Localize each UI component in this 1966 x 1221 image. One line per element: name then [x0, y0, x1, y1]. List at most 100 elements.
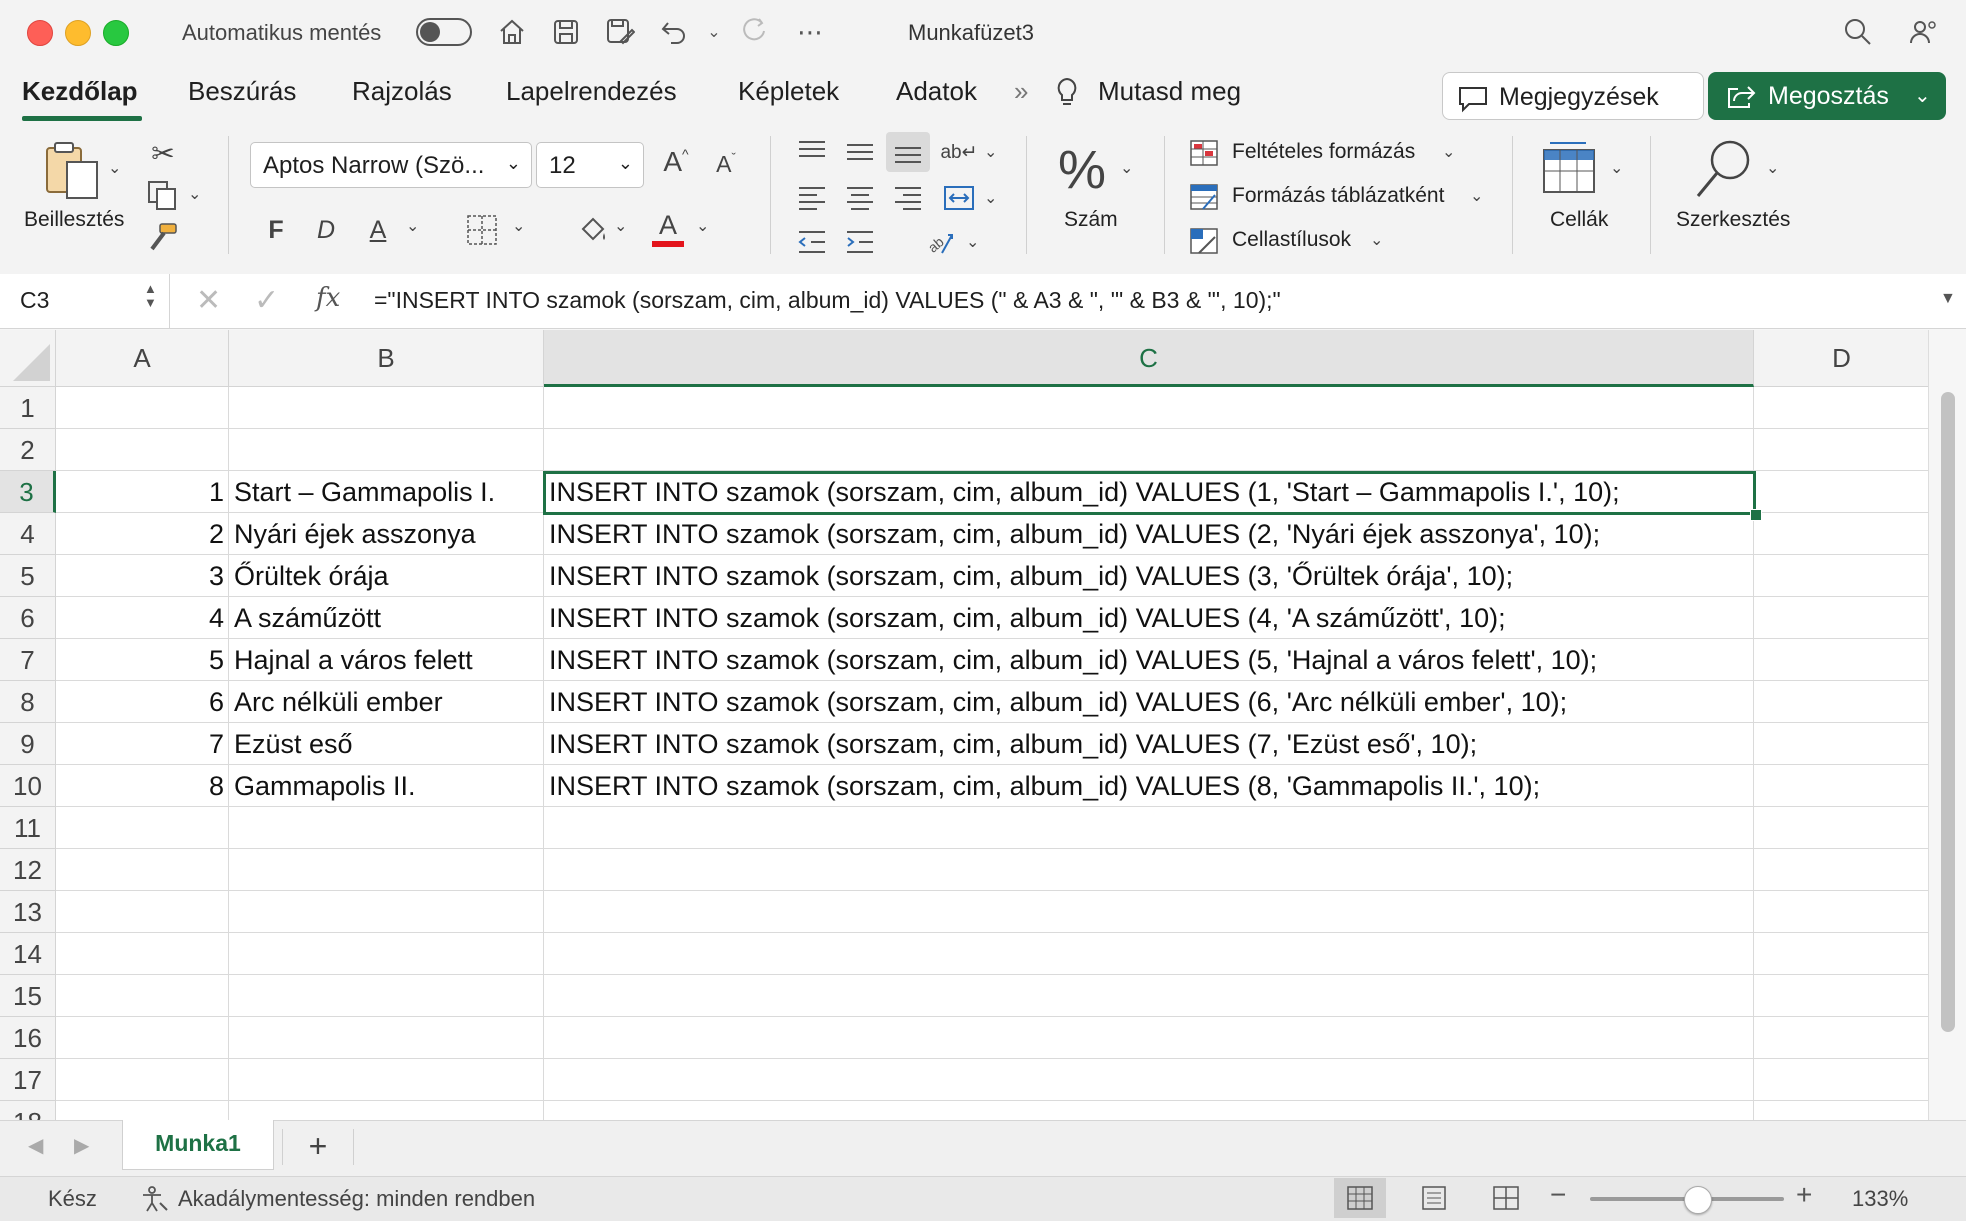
cell-b[interactable] [229, 1101, 544, 1120]
row-header[interactable]: 5 [0, 555, 56, 597]
next-sheet-icon[interactable]: ▶ [74, 1133, 89, 1158]
percent-icon[interactable]: % [1052, 140, 1112, 200]
cell-c[interactable]: INSERT INTO szamok (sorszam, cim, album_… [544, 639, 1754, 681]
cell-b[interactable] [229, 891, 544, 933]
cell-b[interactable] [229, 849, 544, 891]
cell-b[interactable]: Start – Gammapolis I. [229, 471, 544, 513]
accessibility-icon[interactable] [140, 1185, 170, 1219]
bold-button[interactable]: F [258, 210, 294, 250]
zoom-level[interactable]: 133% [1852, 1186, 1908, 1212]
borders-icon[interactable] [462, 210, 502, 250]
cell-a[interactable] [56, 849, 229, 891]
grow-font-button[interactable]: A ^ [656, 142, 696, 182]
cut-icon[interactable]: ✂ [146, 136, 180, 170]
editing-search-icon[interactable] [1690, 136, 1760, 202]
column-header-c[interactable]: C [544, 330, 1754, 387]
cell-d[interactable] [1754, 513, 1928, 555]
more-tabs-chevron-icon[interactable]: » [1014, 76, 1028, 107]
cell-a[interactable]: 6 [56, 681, 229, 723]
vertical-scrollbar[interactable] [1928, 330, 1966, 1120]
font-color-chevron-down-icon[interactable]: ⌄ [696, 216, 709, 236]
cell-a[interactable] [56, 1017, 229, 1059]
row-header[interactable]: 15 [0, 975, 56, 1017]
decrease-indent-icon[interactable] [794, 224, 830, 260]
cell-c[interactable]: INSERT INTO szamok (sorszam, cim, album_… [544, 555, 1754, 597]
editing-chevron-down-icon[interactable]: ⌄ [1766, 158, 1779, 178]
cell-b[interactable]: Gammapolis II. [229, 765, 544, 807]
italic-button[interactable]: D [308, 210, 344, 250]
tab-home[interactable]: Kezdőlap [22, 76, 138, 107]
select-all-corner[interactable] [0, 330, 56, 387]
accessibility-status[interactable]: Akadálymentesség: minden rendben [178, 1186, 535, 1212]
cell-styles-label[interactable]: Cellastílusok [1232, 228, 1351, 252]
redo-icon[interactable] [736, 14, 772, 50]
copy-chevron-down-icon[interactable]: ⌄ [188, 184, 201, 204]
normal-view-icon[interactable] [1334, 1178, 1386, 1218]
row-header[interactable]: 9 [0, 723, 56, 765]
zoom-window-button[interactable] [103, 20, 129, 46]
cell-d[interactable] [1754, 1101, 1928, 1120]
font-color-button[interactable]: A [648, 206, 688, 250]
number-chevron-down-icon[interactable]: ⌄ [1120, 158, 1133, 178]
wrap-text-icon[interactable]: ab↵ [940, 134, 978, 170]
cell-b[interactable] [229, 429, 544, 471]
cell-c[interactable] [544, 387, 1754, 429]
cell-d[interactable] [1754, 933, 1928, 975]
name-box[interactable]: C3 ▲ ▼ [0, 274, 170, 328]
align-right-icon[interactable] [890, 180, 926, 216]
cell-d[interactable] [1754, 975, 1928, 1017]
add-sheet-button[interactable]: + [282, 1129, 354, 1165]
fill-handle[interactable] [1750, 509, 1762, 521]
close-window-button[interactable] [27, 20, 53, 46]
cell-b[interactable] [229, 387, 544, 429]
cell-d[interactable] [1754, 1017, 1928, 1059]
account-icon[interactable] [1906, 14, 1942, 50]
insert-function-icon[interactable]: fx [316, 283, 340, 313]
cell-a[interactable] [56, 1101, 229, 1120]
fill-color-chevron-down-icon[interactable]: ⌄ [614, 216, 627, 236]
cells-chevron-down-icon[interactable]: ⌄ [1610, 158, 1623, 178]
tab-page-layout[interactable]: Lapelrendezés [506, 76, 677, 107]
cell-d[interactable] [1754, 639, 1928, 681]
cell-c[interactable] [544, 975, 1754, 1017]
row-header[interactable]: 13 [0, 891, 56, 933]
row-header[interactable]: 1 [0, 387, 56, 429]
conditional-formatting-label[interactable]: Feltételes formázás [1232, 140, 1415, 164]
format-as-table-chevron-down-icon[interactable]: ⌄ [1470, 186, 1483, 206]
align-top-icon[interactable] [794, 134, 830, 170]
format-as-table-label[interactable]: Formázás táblázatként [1232, 184, 1444, 208]
row-header[interactable]: 10 [0, 765, 56, 807]
row-header[interactable]: 16 [0, 1017, 56, 1059]
cell-b[interactable] [229, 1059, 544, 1101]
cell-c[interactable]: INSERT INTO szamok (sorszam, cim, album_… [544, 723, 1754, 765]
cell-b[interactable]: Nyári éjek asszonya [229, 513, 544, 555]
share-chevron-down-icon[interactable]: ⌄ [1914, 83, 1931, 108]
cell-a[interactable]: 1 [56, 471, 229, 513]
row-header[interactable]: 4 [0, 513, 56, 555]
undo-icon[interactable] [656, 14, 692, 50]
more-icon[interactable]: ⋯ [792, 14, 828, 50]
cell-d[interactable] [1754, 681, 1928, 723]
cell-a[interactable]: 2 [56, 513, 229, 555]
cell-d[interactable] [1754, 555, 1928, 597]
expand-formula-chevron-down-icon[interactable]: ▼ [1940, 290, 1956, 308]
comments-button[interactable]: Megjegyzések [1442, 72, 1704, 120]
confirm-formula-icon[interactable]: ✓ [254, 283, 279, 318]
zoom-in-icon[interactable]: + [1796, 1179, 1812, 1211]
tab-draw[interactable]: Rajzolás [352, 76, 452, 107]
home-icon[interactable] [494, 14, 530, 50]
align-left-icon[interactable] [794, 180, 830, 216]
cell-c[interactable] [544, 1059, 1754, 1101]
tab-data[interactable]: Adatok [896, 76, 977, 107]
cell-b[interactable] [229, 933, 544, 975]
tab-insert[interactable]: Beszúrás [188, 76, 296, 107]
paste-icon[interactable] [40, 138, 106, 204]
cell-d[interactable] [1754, 471, 1928, 513]
cell-a[interactable] [56, 807, 229, 849]
format-painter-icon[interactable] [144, 220, 180, 254]
row-header[interactable]: 3 [0, 471, 56, 513]
fill-color-icon[interactable] [572, 210, 612, 250]
cells-icon[interactable] [1536, 136, 1602, 202]
row-header[interactable]: 2 [0, 429, 56, 471]
cell-a[interactable] [56, 1059, 229, 1101]
